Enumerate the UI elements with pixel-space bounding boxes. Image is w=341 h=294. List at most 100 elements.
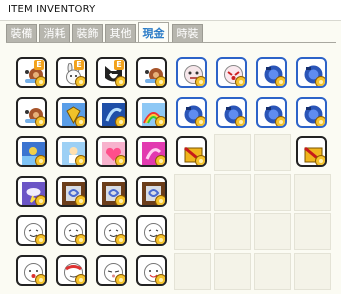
- tab-equip[interactable]: 裝備: [6, 24, 37, 42]
- inventory-slot[interactable]: [94, 134, 131, 171]
- inventory-item[interactable]: [16, 96, 47, 128]
- inventory-item[interactable]: [296, 57, 327, 88]
- cash-coin-icon: [195, 115, 205, 126]
- inventory-item[interactable]: [296, 96, 327, 128]
- inventory-item[interactable]: [176, 57, 207, 88]
- inventory-item[interactable]: [176, 136, 207, 167]
- inventory-slot[interactable]: [54, 253, 91, 290]
- inventory-item[interactable]: [216, 57, 247, 88]
- inventory-item[interactable]: [256, 57, 287, 88]
- inventory-item[interactable]: [96, 96, 127, 128]
- inventory-slot[interactable]: [94, 253, 131, 290]
- inventory-item[interactable]: [136, 96, 167, 128]
- inventory-slot[interactable]: [294, 173, 331, 211]
- inventory-item[interactable]: E: [96, 57, 127, 88]
- inventory-slot[interactable]: [174, 95, 211, 132]
- inventory-item[interactable]: [56, 254, 87, 286]
- inventory-slot[interactable]: [214, 95, 251, 132]
- inventory-slot[interactable]: [254, 252, 291, 290]
- inventory-item[interactable]: [16, 215, 47, 246]
- inventory-slot[interactable]: [54, 174, 91, 211]
- inventory-slot[interactable]: [294, 95, 331, 132]
- inventory-slot[interactable]: [54, 213, 91, 250]
- inventory-slot[interactable]: [174, 55, 211, 92]
- inventory-slot[interactable]: [294, 213, 331, 250]
- inventory-slot[interactable]: [14, 174, 51, 211]
- inventory-slot[interactable]: [134, 55, 171, 92]
- inventory-item[interactable]: [176, 96, 207, 128]
- inventory-slot[interactable]: [214, 55, 251, 92]
- event-badge-icon: E: [114, 60, 124, 70]
- inventory-slot[interactable]: [254, 95, 291, 132]
- inventory-slot[interactable]: [134, 174, 171, 211]
- inventory-item[interactable]: [56, 175, 87, 207]
- tab-setup[interactable]: 裝飾: [72, 24, 103, 42]
- inventory-slot[interactable]: [94, 174, 131, 211]
- cash-coin-icon: [75, 273, 85, 284]
- inventory-item[interactable]: [96, 215, 127, 246]
- inventory-slot[interactable]: [14, 253, 51, 290]
- cash-coin-icon: [115, 115, 125, 126]
- inventory-slot[interactable]: [294, 55, 331, 92]
- inventory-slot[interactable]: [214, 173, 251, 211]
- inventory-item[interactable]: [56, 96, 87, 128]
- inventory-item[interactable]: [216, 96, 247, 128]
- inventory-item[interactable]: E: [56, 57, 87, 88]
- inventory-item[interactable]: [136, 57, 167, 88]
- inventory-slot[interactable]: [134, 95, 171, 132]
- inventory-slot[interactable]: [174, 173, 211, 211]
- inventory-slot[interactable]: [174, 252, 211, 290]
- inventory-slot[interactable]: [214, 252, 251, 290]
- inventory-slot[interactable]: E: [14, 55, 51, 92]
- event-badge-icon: E: [74, 60, 84, 70]
- inventory-item[interactable]: [136, 254, 167, 286]
- inventory-slot[interactable]: [14, 95, 51, 132]
- cash-coin-icon: [315, 76, 325, 86]
- inventory-item[interactable]: [96, 175, 127, 207]
- inventory-item[interactable]: [136, 215, 167, 246]
- inventory-item[interactable]: [16, 175, 47, 207]
- inventory-item[interactable]: [136, 136, 167, 167]
- inventory-slot[interactable]: [254, 134, 291, 171]
- inventory-item[interactable]: [96, 254, 127, 286]
- inventory-item[interactable]: [16, 136, 47, 167]
- inventory-item[interactable]: [56, 215, 87, 246]
- inventory-slot[interactable]: [134, 253, 171, 290]
- tab-fashion[interactable]: 時裝: [172, 24, 203, 42]
- cash-coin-icon: [35, 76, 45, 86]
- inventory-slot[interactable]: [134, 213, 171, 250]
- cash-coin-icon: [115, 155, 125, 165]
- inventory-slot[interactable]: [254, 213, 291, 250]
- event-badge-icon: E: [34, 60, 44, 70]
- inventory-item[interactable]: [256, 96, 287, 128]
- inventory-item[interactable]: [96, 136, 127, 167]
- inventory-slot[interactable]: [54, 95, 91, 132]
- tab-etc[interactable]: 其他: [105, 24, 136, 42]
- inventory-item[interactable]: [16, 254, 47, 286]
- inventory-slot[interactable]: [254, 173, 291, 211]
- tab-cash[interactable]: 現金: [138, 22, 169, 43]
- inventory-slot[interactable]: [214, 134, 251, 171]
- inventory-item[interactable]: E: [16, 57, 47, 88]
- inventory-slot[interactable]: [214, 213, 251, 250]
- inventory-slot[interactable]: [14, 134, 51, 171]
- inventory-slot[interactable]: E: [54, 55, 91, 92]
- inventory-slot[interactable]: [174, 134, 211, 171]
- inventory-slot[interactable]: [294, 134, 331, 171]
- inventory-slot[interactable]: [134, 134, 171, 171]
- inventory-item[interactable]: [296, 136, 327, 167]
- inventory-slot[interactable]: [54, 134, 91, 171]
- inventory-slot[interactable]: [254, 55, 291, 92]
- inventory-slot[interactable]: E: [94, 55, 131, 92]
- item-inventory-window: ITEM INVENTORY 裝備 消耗 裝飾 其他 現金 時裝 E E E: [0, 0, 341, 294]
- inventory-item[interactable]: [56, 136, 87, 167]
- inventory-item[interactable]: [136, 175, 167, 207]
- title-bar[interactable]: ITEM INVENTORY: [0, 0, 341, 21]
- tab-use[interactable]: 消耗: [39, 24, 70, 42]
- inventory-slot[interactable]: [94, 95, 131, 132]
- inventory-slot[interactable]: [14, 213, 51, 250]
- inventory-slot[interactable]: [174, 213, 211, 250]
- inventory-slot[interactable]: [94, 213, 131, 250]
- inventory-slot[interactable]: [294, 252, 331, 290]
- window-title: ITEM INVENTORY: [8, 4, 96, 15]
